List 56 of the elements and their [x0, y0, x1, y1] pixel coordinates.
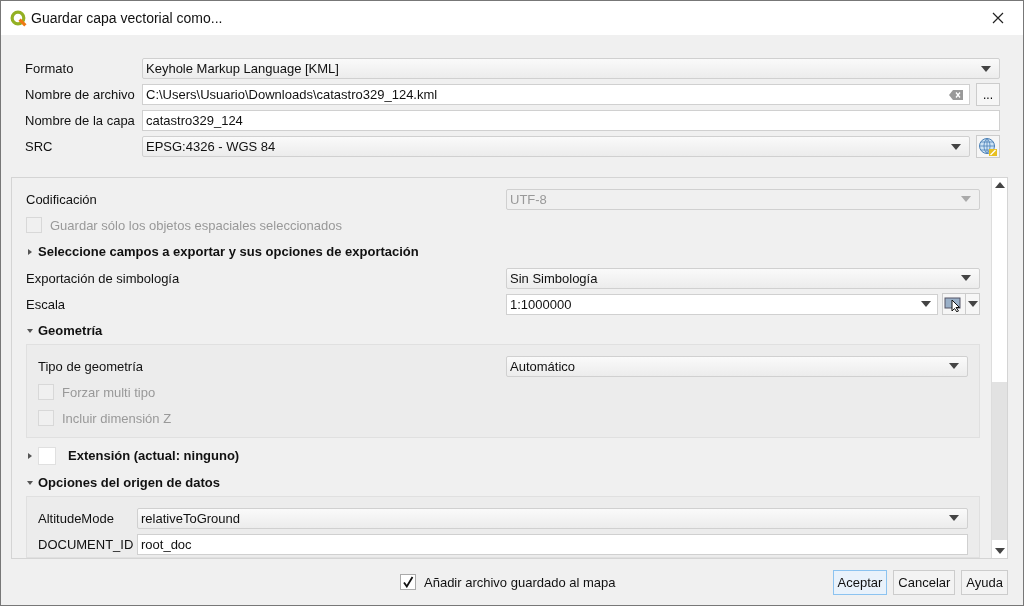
- scroll-down-icon[interactable]: [994, 548, 1005, 554]
- checkbox-label: Añadir archivo guardado al mapa: [424, 574, 616, 590]
- section-header[interactable]: Extensión (actual: ninguno): [68, 448, 240, 463]
- expand-arrow-icon[interactable]: [27, 480, 33, 485]
- geometry-type-dropdown[interactable]: Automático: [506, 355, 968, 377]
- dropdown[interactable]: relativeToGround: [137, 507, 968, 529]
- caret-icon: [949, 515, 959, 521]
- dropdown[interactable]: EPSG:4326 - WGS 84: [142, 136, 970, 157]
- scroll-up-icon[interactable]: [994, 182, 1005, 188]
- scale-field[interactable]: 1:1000000: [506, 293, 938, 315]
- caret-icon: [981, 65, 991, 72]
- field-label: Tipo de geometría: [38, 358, 144, 374]
- symbology-dropdown[interactable]: Sin Simbología: [506, 267, 980, 289]
- expand-arrow-icon[interactable]: [28, 248, 32, 255]
- cursor-icon: [944, 296, 964, 312]
- caret-icon: [951, 143, 961, 150]
- close-icon[interactable]: [992, 12, 1004, 24]
- caret-icon: [961, 275, 971, 281]
- caret-icon: [949, 363, 959, 369]
- field-label: Codificación: [26, 191, 97, 207]
- field-label: SRC: [25, 139, 54, 154]
- dropdown[interactable]: Keyhole Markup Language [KML]: [142, 58, 1000, 79]
- field-label: Formato: [25, 61, 75, 76]
- expand-arrow-icon[interactable]: [28, 452, 32, 459]
- field-label: Escala: [26, 296, 66, 312]
- dialog-button[interactable]: Ayuda: [961, 569, 1008, 595]
- caret-icon: [967, 301, 978, 307]
- checkbox[interactable]: [400, 574, 416, 590]
- dialog-button[interactable]: Cancelar: [893, 569, 956, 595]
- checkbox-label: Forzar multi tipo: [62, 384, 156, 400]
- field-label: Nombre de archivo: [25, 87, 136, 102]
- dialog-button[interactable]: Aceptar: [832, 569, 888, 595]
- caret-icon: [921, 301, 931, 307]
- field-label: DOCUMENT_ID: [38, 536, 135, 552]
- clear-icon[interactable]: [949, 89, 963, 100]
- checkbox-label: Incluir dimensión Z: [62, 410, 172, 426]
- map-pick-button[interactable]: [942, 293, 966, 315]
- globe-icon: [978, 136, 998, 157]
- field-label: Nombre de la capa: [25, 113, 136, 128]
- section-header[interactable]: Opciones del origen de datos: [38, 475, 221, 490]
- caret-icon: [961, 196, 971, 202]
- field-label: Exportación de simbología: [26, 270, 180, 286]
- expand-arrow-icon[interactable]: [27, 328, 33, 333]
- field-label: AltitudeMode: [38, 510, 115, 526]
- checkbox-label: Guardar sólo los objetos espaciales seleccionados: [50, 217, 342, 233]
- scrollbar[interactable]: [991, 178, 1007, 558]
- window-title: Guardar capa vectorial como...: [31, 10, 224, 26]
- dropdown-arrow-button[interactable]: [966, 293, 980, 315]
- browse-button[interactable]: ...: [976, 83, 1000, 106]
- layer-name-field[interactable]: catastro329_124: [142, 110, 1000, 131]
- file-path-field[interactable]: C:\Users\Usuario\Downloads\catastro329_124.kml: [142, 84, 970, 105]
- section-header[interactable]: Seleccione campos a exportar y sus opciones de exportación: [38, 244, 419, 259]
- section-header[interactable]: Geometría: [38, 323, 103, 338]
- app-logo-icon: [10, 9, 27, 27]
- text-field[interactable]: root_doc: [137, 533, 968, 555]
- crs-selector-button[interactable]: [976, 135, 1000, 158]
